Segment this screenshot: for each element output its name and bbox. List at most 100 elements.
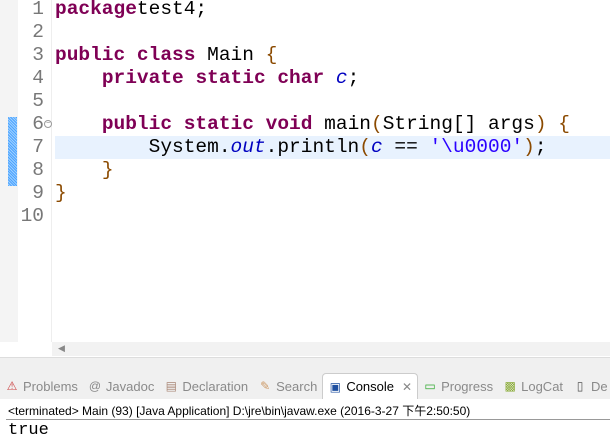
code-token: { [558, 113, 570, 135]
code-line[interactable]: 9} [0, 182, 610, 205]
console-output: true [8, 421, 49, 440]
code-token: c [370, 136, 383, 158]
bottom-view-tabs: ⚠ Problems @ Javadoc ▤ Declaration ✎ Search ▣ Con… [0, 373, 610, 399]
declaration-icon: ▤ [165, 379, 178, 393]
code-text: System.out.println(c == '\u0000'); [55, 136, 610, 159]
code-text: packagetest4; [55, 0, 610, 21]
logcat-icon: ▩ [504, 379, 516, 393]
code-line[interactable]: 5 [0, 90, 610, 113]
code-token: } [55, 182, 67, 204]
code-token: test4; [136, 0, 208, 20]
code-text: public class Main { [55, 44, 610, 67]
tab-label: Declaration [182, 378, 249, 394]
scroll-left-icon[interactable]: ◀ [58, 343, 65, 354]
tab-declaration[interactable]: ▤ Declaration [159, 373, 253, 399]
code-text: } [55, 159, 610, 182]
code-token: private [101, 67, 184, 89]
progress-icon: ▭ [424, 379, 436, 393]
at-icon: @ [88, 379, 102, 393]
console-panel: <terminated> Main (93) [Java Application… [0, 399, 610, 443]
search-icon: ✎ [260, 379, 271, 393]
code-token: == [382, 136, 430, 158]
code-line[interactable]: 6− public static void main(String[] args… [0, 113, 610, 136]
console-icon: ▣ [329, 379, 341, 394]
tab-console[interactable]: ▣ Console ✕ [322, 373, 419, 399]
tab-label: Console [346, 379, 395, 394]
code-token: out [230, 136, 266, 158]
fold-collapse-icon[interactable]: − [44, 120, 52, 128]
code-token: c [335, 67, 348, 89]
code-token: ( [359, 136, 371, 158]
code-token: System. [55, 136, 231, 158]
code-editor[interactable]: 1 packagetest4; 2 3 public class Main {4 pri… [0, 0, 610, 358]
code-token: static [195, 67, 266, 89]
tab-javadoc[interactable]: @ Javadoc [83, 373, 159, 399]
tab-label: De [591, 378, 608, 394]
code-token: ; [534, 136, 547, 158]
line-number: 7 [32, 136, 44, 158]
code-line[interactable]: 8 } [0, 159, 610, 182]
line-number: 6 [32, 113, 44, 135]
device-icon: ▯ [576, 379, 584, 393]
code-token: ( [370, 113, 383, 135]
code-token: void [265, 113, 313, 135]
code-line[interactable]: 7 System.out.println(c == '\u0000'); [0, 136, 610, 159]
tab-logcat[interactable]: ▩ LogCat [498, 373, 568, 399]
tab-label: LogCat [521, 378, 564, 394]
line-number: 2 [32, 21, 44, 43]
tab-search[interactable]: ✎ Search [253, 373, 322, 399]
code-lines[interactable]: 1 packagetest4; 2 3 public class Main {4 pri… [0, 0, 610, 228]
code-token: .println [265, 136, 360, 158]
tab-label: Progress [441, 378, 494, 394]
code-text: private static char c; [55, 67, 610, 90]
line-number: 3 [32, 44, 44, 66]
line-number: 8 [32, 159, 44, 181]
code-token: class [136, 44, 196, 66]
code-token: Main [195, 44, 266, 66]
code-line[interactable]: 10 [0, 205, 610, 228]
code-token: '\u0000' [429, 136, 524, 158]
code-token: ; [347, 67, 360, 89]
line-number: 10 [20, 205, 44, 227]
code-line[interactable]: 2 [0, 21, 610, 44]
code-token: package [55, 0, 137, 20]
line-number: 9 [32, 182, 44, 204]
code-token: ) [523, 136, 535, 158]
tab-problems[interactable]: ⚠ Problems [0, 373, 83, 399]
divider [6, 419, 610, 420]
tab-progress[interactable]: ▭ Progress [418, 373, 498, 399]
line-number: 4 [32, 67, 44, 89]
change-marker [8, 117, 17, 186]
code-token: static [183, 113, 254, 135]
code-token: } [101, 159, 114, 181]
code-line[interactable]: 3 public class Main { [0, 44, 610, 67]
code-token: public [55, 44, 126, 66]
code-line[interactable]: 1 packagetest4; [0, 0, 610, 21]
line-number: 1 [32, 0, 44, 20]
console-status: <terminated> Main (93) [Java Application… [8, 404, 471, 418]
code-text: } [55, 182, 610, 205]
code-line[interactable]: 4 private static char c; [0, 67, 610, 90]
horizontal-scrollbar[interactable]: ◀ [52, 342, 610, 356]
tab-label: Search [276, 378, 318, 394]
tab-label: Problems [23, 378, 78, 394]
tab-de[interactable]: ▯ De [568, 373, 610, 399]
code-token: char [277, 67, 325, 89]
code-text: public static void main(String[] args) { [55, 113, 610, 136]
close-icon[interactable]: ✕ [402, 380, 412, 394]
code-token: public [101, 113, 173, 135]
code-token: ) [534, 113, 547, 135]
code-token: String[] args [382, 113, 535, 135]
